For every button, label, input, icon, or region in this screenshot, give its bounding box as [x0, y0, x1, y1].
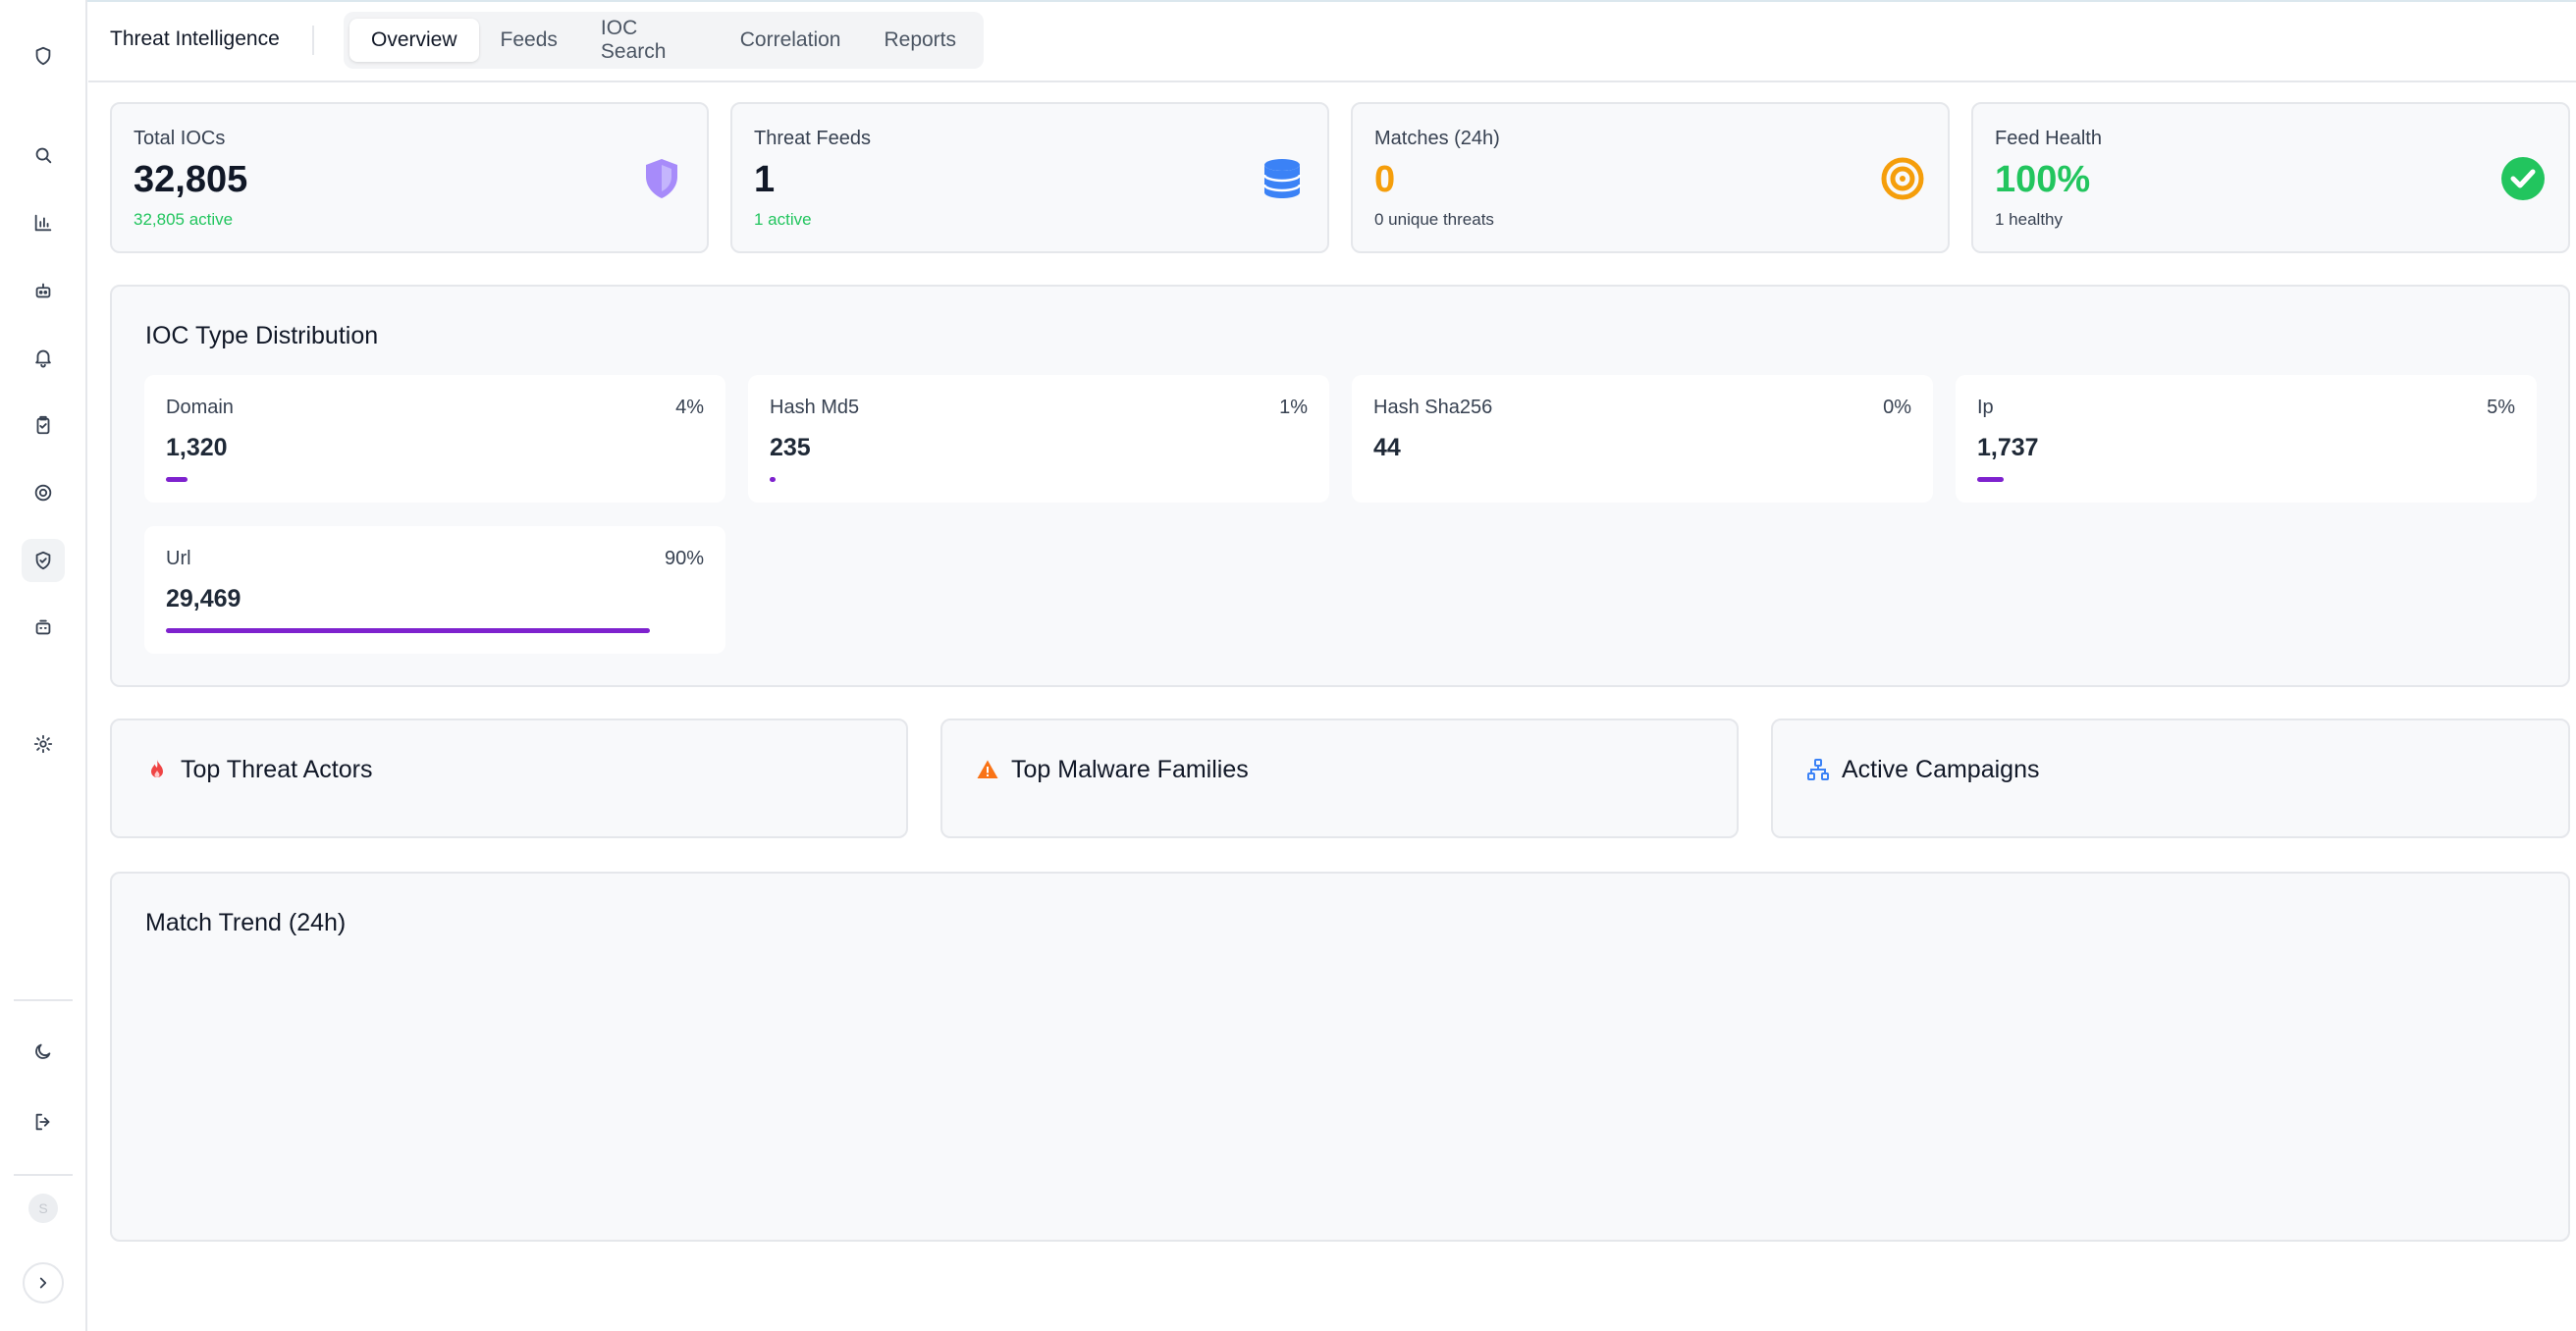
ioc-progress-bar	[770, 477, 776, 482]
ioc-percent: 90%	[664, 548, 704, 569]
panel-title: Top Malware Families	[1011, 756, 1249, 783]
warning-triangle-icon	[977, 760, 998, 778]
panel-title: IOC Type Distribution	[145, 322, 379, 349]
ioc-type-name: Ip	[1977, 397, 1994, 418]
ioc-percent: 4%	[675, 397, 704, 418]
bell-icon[interactable]	[22, 336, 65, 379]
header: Threat Intelligence Overview Feeds IOC S…	[88, 2, 2576, 82]
stat-card-matches: Matches (24h) 0 0 unique threats	[1351, 102, 1950, 253]
ioc-progress-track	[1373, 477, 1911, 482]
page-title: Threat Intelligence	[110, 27, 280, 50]
sidebar: S	[0, 0, 87, 1331]
flame-icon	[151, 760, 163, 777]
logout-icon[interactable]	[22, 1100, 65, 1144]
ioc-progress-track	[166, 477, 704, 482]
ioc-type-name: Hash Md5	[770, 397, 860, 418]
clipboard-check-icon[interactable]	[22, 403, 65, 447]
ioc-distribution-panel: IOC Type Distribution Domain 4% 1,320 Ha…	[110, 285, 2570, 687]
tab-feeds[interactable]: Feeds	[479, 19, 579, 62]
stat-value: 1	[754, 159, 776, 200]
moon-icon[interactable]	[22, 1030, 65, 1073]
stat-value: 0	[1374, 159, 1396, 200]
ioc-count: 1,737	[1977, 434, 2039, 461]
stat-value: 32,805	[134, 159, 248, 200]
expand-sidebar-button[interactable]	[23, 1262, 64, 1304]
ioc-progress-bar	[166, 477, 188, 482]
stat-label: Threat Feeds	[754, 128, 871, 149]
database-icon	[1262, 159, 1302, 198]
bar-chart-icon[interactable]	[22, 201, 65, 244]
stat-label: Total IOCs	[134, 128, 226, 149]
ioc-count: 1,320	[166, 434, 228, 461]
stat-label: Feed Health	[1995, 128, 2102, 149]
stat-card-feed-health: Feed Health 100% 1 healthy	[1971, 102, 2570, 253]
sidebar-divider	[14, 999, 73, 1001]
robot-icon[interactable]	[22, 269, 65, 312]
ioc-card-ip: Ip 5% 1,737	[1956, 375, 2537, 503]
match-trend-panel: Match Trend (24h)	[110, 872, 2570, 1242]
tab-correlation[interactable]: Correlation	[719, 19, 863, 62]
ioc-type-name: Url	[166, 548, 191, 569]
ioc-card-hash-sha256: Hash Sha256 0% 44	[1352, 375, 1933, 503]
ioc-count: 44	[1373, 434, 1401, 461]
ioc-progress-track	[770, 477, 1308, 482]
ioc-percent: 5%	[2487, 397, 2515, 418]
app-root: S Threat Intelligence Overview Feeds IOC…	[0, 0, 2576, 1331]
stat-card-total-iocs: Total IOCs 32,805 32,805 active	[110, 102, 709, 253]
stat-card-threat-feeds: Threat Feeds 1 1 active	[730, 102, 1329, 253]
ioc-progress-track	[1977, 477, 2515, 482]
top-threat-actors-panel: Top Threat Actors	[110, 719, 908, 838]
panel-title: Match Trend (24h)	[145, 909, 347, 936]
header-divider	[312, 26, 314, 55]
ioc-progress-bar	[166, 628, 650, 633]
ioc-progress-bar	[1977, 477, 2004, 482]
tab-ioc-search[interactable]: IOC Search	[579, 17, 719, 63]
chevron-right-icon	[39, 1277, 47, 1289]
stat-subtext: 32,805 active	[134, 210, 234, 229]
match-trend-chart-area	[145, 962, 2535, 1216]
stat-value: 100%	[1995, 159, 2091, 200]
sidebar-divider-bottom	[14, 1174, 73, 1176]
bot-icon[interactable]	[22, 606, 65, 649]
ioc-card-url: Url 90% 29,469	[144, 526, 725, 654]
stat-subtext: 0 unique threats	[1374, 210, 1494, 229]
settings-icon[interactable]	[22, 722, 65, 766]
ioc-percent: 0%	[1883, 397, 1911, 418]
panel-title: Top Threat Actors	[181, 756, 373, 783]
search-icon[interactable]	[22, 133, 65, 177]
tab-overview[interactable]: Overview	[349, 19, 479, 62]
shield-check-icon[interactable]	[22, 539, 65, 582]
stat-subtext: 1 healthy	[1995, 210, 2063, 229]
shield-logo-icon[interactable]	[22, 34, 65, 78]
tab-bar: Overview Feeds IOC Search Correlation Re…	[344, 12, 984, 69]
top-malware-families-panel: Top Malware Families	[940, 719, 1739, 838]
network-icon	[1807, 759, 1829, 780]
ioc-count: 29,469	[166, 585, 242, 612]
ioc-type-name: Domain	[166, 397, 234, 418]
ioc-card-hash-md5: Hash Md5 1% 235	[748, 375, 1329, 503]
target-icon[interactable]	[22, 471, 65, 514]
ioc-count: 235	[770, 434, 811, 461]
ioc-percent: 1%	[1279, 397, 1308, 418]
check-circle-icon	[2501, 157, 2545, 200]
ioc-progress-track	[166, 628, 704, 633]
stat-subtext: 1 active	[754, 210, 812, 229]
panel-title: Active Campaigns	[1842, 756, 2040, 783]
avatar[interactable]: S	[28, 1194, 58, 1223]
ioc-card-domain: Domain 4% 1,320	[144, 375, 725, 503]
ioc-type-name: Hash Sha256	[1373, 397, 1493, 418]
target-icon	[1881, 157, 1924, 200]
shield-icon	[646, 159, 677, 198]
tab-reports[interactable]: Reports	[862, 19, 978, 62]
stat-label: Matches (24h)	[1374, 128, 1500, 149]
active-campaigns-panel: Active Campaigns	[1771, 719, 2570, 838]
